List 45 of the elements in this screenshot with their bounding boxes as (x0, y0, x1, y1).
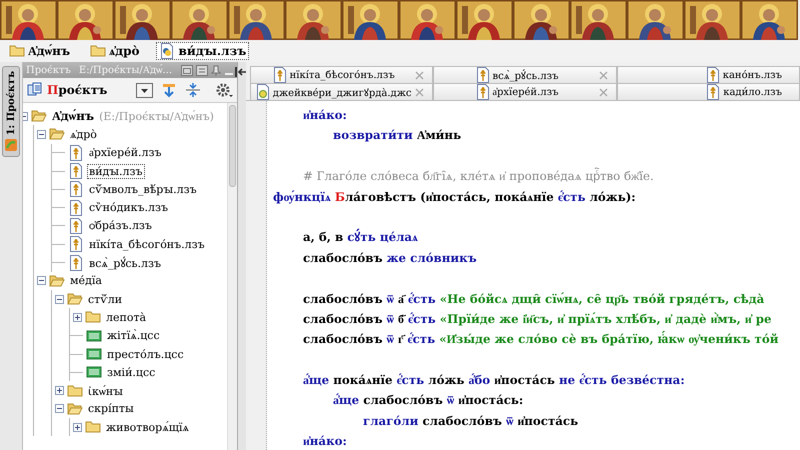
code-line: а҆́ще пока́ѧнїе є҆́сть ло́жь а҆́бо и҆поста́сь не є҆́сть безве́стна: (303, 373, 685, 388)
breadcrumb-item[interactable]: ѧ҆дро̀ (87, 42, 142, 60)
tree-item[interactable]: животворѧ́щїѧ (104, 420, 191, 435)
editor-tab[interactable]: кади́ло.лзъ (616, 83, 800, 100)
tree-item[interactable]: ме́дїа (68, 273, 104, 288)
tree-item[interactable]: престо́лъ.цсс (105, 346, 186, 362)
tool-window-tab[interactable]: 1: Проє́ктъ (2, 66, 20, 158)
code-line: возврати́ти А҆ми́нь (333, 128, 462, 142)
tree-item[interactable]: А҆дѡ́нъ (50, 108, 96, 125)
tree-item[interactable]: а҆рхїере́й.лзъ (87, 145, 164, 160)
editor-tab[interactable]: нїкі́та_бѣсого́нъ.лзъ (250, 66, 434, 83)
tree-item[interactable]: лепота̀ (104, 310, 148, 325)
tree-item-path: (Е:/Проє́кты/А҆дѡ́нъ) (99, 110, 214, 123)
code-line: слабосло́въ ѿ б҃ є҆́сть «Прїи́де же і҆и҃съ, и҆ прїѧ́тъ хлѣ́бъ, и҆ дадѐ и҆̀мъ, и҆ ре (303, 312, 772, 326)
view-label: Проє́ктъ (47, 83, 108, 97)
code-line: глаго́ли слабосло́въ ѿ и҆поста́сь (363, 414, 578, 428)
code-line: слабосло́въ ѿ г҃ є҆́сть «И҆зы́де же сло́во сѐ въ бра́тїю, ꙗ҆́кѡ ѹ҆чени́къ то́й (303, 332, 778, 346)
tree-item[interactable]: ви́дꙑ.лзъ (87, 164, 145, 179)
editor-tab[interactable]: джейкве́ри_джигꙋрда̀.джс (250, 83, 434, 100)
tree-item[interactable]: ѻ҆бра́зъ.лзъ (87, 218, 154, 234)
code-line: # Глаго́ле сло́веса бл҃гі̑ѧ, кле́тѧ и҆ пропове́даѧ црⷭ҇тво бж҃їе. (303, 169, 654, 184)
code-line: а҆́ще слабосло́въ ѿ и҆поста́сь: (333, 393, 524, 408)
tree-item[interactable]: сѷ́мволъ_вѣ́рꙑ.лзъ (87, 182, 199, 197)
tree-item[interactable]: ꙇ҆кѡ́нꙑ (86, 382, 125, 400)
editor-tab[interactable]: кано́нъ.лзъ (616, 66, 800, 83)
tree-item[interactable]: зміи́.цсс (105, 364, 158, 380)
tree-item[interactable]: нїкі́та_бѣсого́нъ.лзъ (87, 236, 207, 252)
code-line: и҆на́ко: (303, 108, 347, 122)
code-line: слабосло́въ же сло́вникъ (303, 250, 477, 265)
code-line: слабосло́въ ѿ а҃ є҆́сть «Не бо́йсѧ дщи̑ сїѡ́нѧ, се̑ цр҃ь тво́й гряде́тъ, сѣда̀ (303, 292, 764, 306)
panel-path: Е:/Проє́кты/А҆дѡ́... (78, 64, 172, 76)
tree-item[interactable]: всѧ̀_рꙋ́сь.лзъ (87, 254, 164, 272)
panel-title: Проє́ктъ (26, 64, 71, 76)
tree-item[interactable]: скрі́пты (86, 401, 136, 416)
tree-item[interactable]: жітїѧ̀.цсс (105, 328, 162, 344)
code-line: а, б, в сꙋ́ть це́лаѧ (303, 230, 418, 244)
breadcrumb-item[interactable]: А҆дѡ́нъ (6, 42, 74, 60)
tree-item[interactable]: стѷ́ли (86, 292, 124, 307)
editor-tab[interactable]: а҆рхїере́й.лзъ (433, 83, 617, 100)
editor-tab[interactable]: всѧ̀_рꙋ́сь.лзъ (433, 66, 617, 83)
tree-item[interactable]: сѷно́дикъ.лзъ (87, 200, 170, 216)
breadcrumb-item[interactable]: ви́дꙑ.лзъ (156, 42, 250, 60)
code-line: фѹ́нкцїѧ Бла́говѣстъ (и҆поста́сь, пока́ѧнїе є҆́сть ло́жь): (273, 190, 636, 204)
code-line: и҆на́ко: (303, 434, 347, 448)
tree-item[interactable]: ѧ҆дро̀ (68, 126, 99, 142)
